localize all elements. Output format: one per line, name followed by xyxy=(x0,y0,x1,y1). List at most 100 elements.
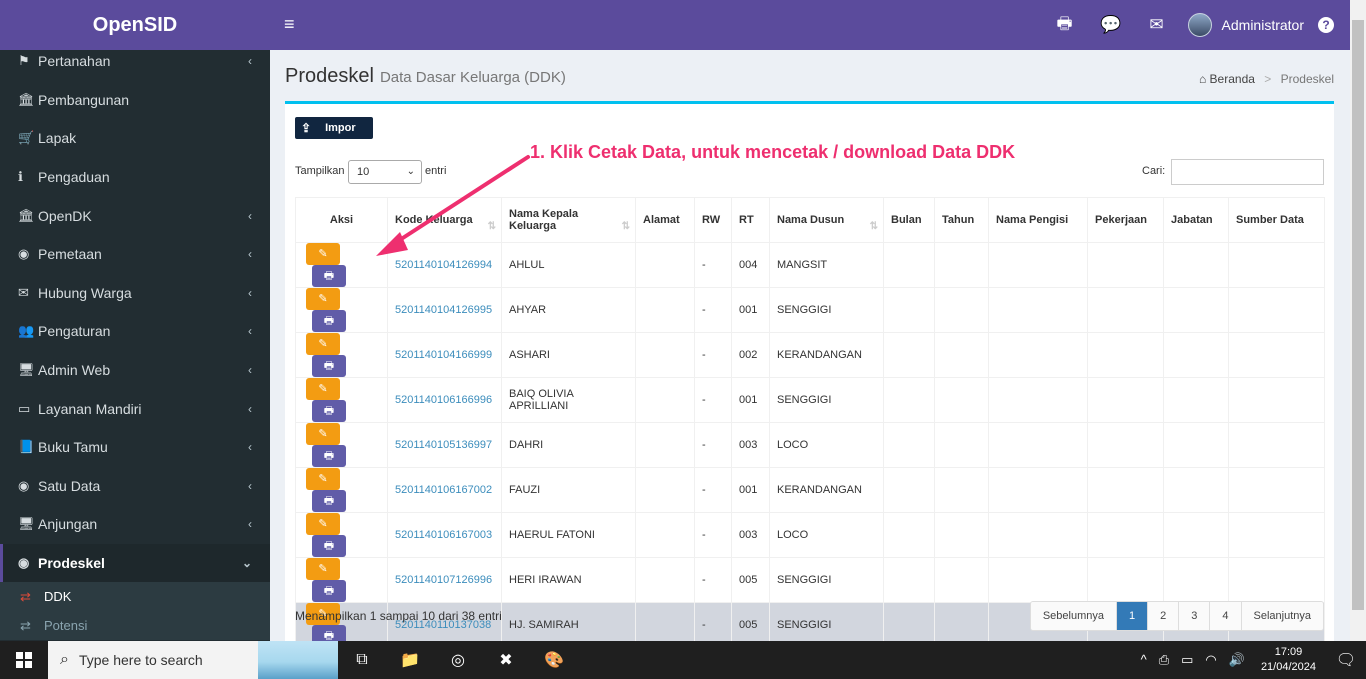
chat-icon[interactable]: 💬 xyxy=(1088,15,1134,35)
cell-sumber-data xyxy=(1228,422,1325,468)
cetak-data-button[interactable]: 🖶 xyxy=(312,355,346,377)
edit-button[interactable]: ✎ xyxy=(306,288,340,310)
chrome-icon[interactable]: ◎ xyxy=(434,641,482,679)
sidebar-subitem-potensi[interactable]: ⇄ Potensi xyxy=(0,611,270,640)
meet-now-icon[interactable]: ⎙ xyxy=(1153,652,1175,668)
cell-kode-keluarga-value[interactable]: 5201140106166996 xyxy=(395,394,492,406)
cell-kode-keluarga-value[interactable]: 5201140104126994 xyxy=(395,259,492,271)
cell-kode-keluarga-value[interactable]: 5201140107126996 xyxy=(395,574,492,586)
page-sebelumnya[interactable]: Sebelumnya xyxy=(1030,602,1116,630)
edit-button[interactable]: ✎ xyxy=(306,468,340,490)
start-button[interactable] xyxy=(0,641,48,679)
windows-logo-icon xyxy=(16,652,32,668)
clock[interactable]: 17:09 21/04/2024 xyxy=(1251,645,1326,675)
notification-icon[interactable]: 🗨 xyxy=(1326,650,1366,670)
cell-rw: - xyxy=(694,332,732,378)
user-menu[interactable]: Administrator xyxy=(1180,13,1318,37)
cell-kode-keluarga-value[interactable]: 5201140104126995 xyxy=(395,304,492,316)
cetak-data-button[interactable]: 🖶 xyxy=(312,580,346,602)
edit-button[interactable]: ✎ xyxy=(306,558,340,580)
edit-button[interactable]: ✎ xyxy=(306,423,340,445)
column-header-sumber-data[interactable]: Sumber Data xyxy=(1228,197,1325,243)
length-label: Tampilkan xyxy=(295,165,345,177)
cell-nama-kepala-value: DAHRI xyxy=(509,439,544,451)
sidebar-item-opendk[interactable]: 🏛 OpenDK ‹ xyxy=(0,196,270,235)
page-4[interactable]: 4 xyxy=(1209,602,1241,630)
sidebar-subitem-ddk[interactable]: ⇄ DDK xyxy=(0,582,270,611)
edit-button[interactable]: ✎ xyxy=(306,378,340,400)
task-view-icon[interactable]: ⧉ xyxy=(338,641,386,679)
xampp-icon[interactable]: ✖ xyxy=(482,641,530,679)
scrollbar-thumb[interactable] xyxy=(1352,20,1364,610)
edit-button[interactable]: ✎ xyxy=(306,333,340,355)
sort-icon: ⇅ xyxy=(487,221,496,232)
sidebar-item-lapak[interactable]: 🛒 Lapak xyxy=(0,119,270,158)
mail-icon[interactable]: ✉ xyxy=(1134,15,1180,35)
page-3[interactable]: 3 xyxy=(1178,602,1210,630)
edit-button[interactable]: ✎ xyxy=(306,513,340,535)
sidebar-item-buku-tamu[interactable]: 📘 Buku Tamu ‹ xyxy=(0,428,270,467)
page-2[interactable]: 2 xyxy=(1147,602,1179,630)
column-header-kode-keluarga[interactable]: Kode Keluarga ⇅ xyxy=(387,197,502,243)
sidebar-item-pertanahan[interactable]: ⚑ Pertanahan ‹ xyxy=(0,42,270,81)
sidebar-item-pengaturan[interactable]: 👥 Pengaturan ‹ xyxy=(0,312,270,351)
column-header-rt[interactable]: RT xyxy=(731,197,770,243)
page-1[interactable]: 1 xyxy=(1116,602,1148,630)
paint-icon[interactable]: 🎨 xyxy=(530,641,578,679)
column-header-label: RT xyxy=(739,214,754,226)
column-header-nama-pengisi[interactable]: Nama Pengisi xyxy=(988,197,1088,243)
impor-button[interactable]: ⇪ Impor xyxy=(295,117,373,139)
column-header-nama-dusun[interactable]: Nama Dusun ⇅ xyxy=(769,197,884,243)
edit-button[interactable]: ✎ xyxy=(306,243,340,265)
help-icon[interactable]: ? xyxy=(1318,17,1334,33)
column-header-rw[interactable]: RW xyxy=(694,197,732,243)
sidebar-item-hubung-warga[interactable]: ✉ Hubung Warga ‹ xyxy=(0,274,270,313)
column-header-bulan[interactable]: Bulan xyxy=(883,197,935,243)
content-wrapper: Prodeskel Data Dasar Keluarga (DDK) ⌂ Ber… xyxy=(270,50,1350,679)
page-selanjutnya[interactable]: Selanjutnya xyxy=(1240,602,1323,630)
show-hidden-icons-icon[interactable]: ^ xyxy=(1135,652,1153,668)
length-select[interactable]: 10 ⌄ xyxy=(348,160,422,184)
battery-icon[interactable]: ▭ xyxy=(1175,652,1199,668)
column-header-jabatan[interactable]: Jabatan xyxy=(1163,197,1229,243)
sidebar-item-satu-data[interactable]: ◉ Satu Data ‹ xyxy=(0,467,270,506)
file-explorer-icon[interactable]: 📁 xyxy=(386,641,434,679)
sidebar-item-prodeskel[interactable]: ◉ Prodeskel ⌄ xyxy=(0,543,270,583)
column-header-tahun[interactable]: Tahun xyxy=(934,197,989,243)
cell-kode-keluarga-value[interactable]: 5201140105136997 xyxy=(395,439,492,451)
cetak-data-button[interactable]: 🖶 xyxy=(312,310,346,332)
sidebar-item-label: Lapak xyxy=(38,130,77,147)
cell-kode-keluarga-value[interactable]: 5201140104166999 xyxy=(395,349,492,361)
taskbar-search[interactable]: ⌕ Type here to search xyxy=(48,641,338,679)
cetak-data-button[interactable]: 🖶 xyxy=(312,445,346,467)
cell-rt: 004 xyxy=(731,242,770,288)
column-header-alamat[interactable]: Alamat xyxy=(635,197,695,243)
volume-icon[interactable]: 🔊 xyxy=(1223,652,1251,668)
hamburger-menu-icon[interactable]: ≡ xyxy=(284,14,295,35)
cetak-data-button[interactable]: 🖶 xyxy=(312,535,346,557)
page-scrollbar[interactable] xyxy=(1350,0,1366,641)
sidebar-item-pengaduan[interactable]: ℹ Pengaduan xyxy=(0,158,270,197)
cell-kode-keluarga-value[interactable]: 5201140106167002 xyxy=(395,484,492,496)
cell-tahun xyxy=(934,242,989,288)
taskbar-search-placeholder: Type here to search xyxy=(78,652,203,668)
sidebar-item-pemetaan[interactable]: ◉ Pemetaan ‹ xyxy=(0,235,270,274)
search-input[interactable] xyxy=(1171,159,1324,185)
sidebar-item-anjungan[interactable]: 🖥 Anjungan ‹ xyxy=(0,505,270,544)
sidebar-item-layanan-mandiri[interactable]: ▭ Layanan Mandiri ‹ xyxy=(0,389,270,428)
chevron-down-icon: ⌄ xyxy=(406,166,415,177)
wifi-icon[interactable]: ◠ xyxy=(1199,652,1222,668)
column-header-nama-kepala-keluarga[interactable]: Nama Kepala Keluarga ⇅ xyxy=(501,197,636,243)
cetak-data-button[interactable]: 🖶 xyxy=(312,400,346,422)
column-header-aksi[interactable]: Aksi xyxy=(295,197,388,243)
column-header-label: RW xyxy=(702,214,721,226)
column-header-pekerjaan[interactable]: Pekerjaan xyxy=(1087,197,1164,243)
print-icon[interactable]: 🖶 xyxy=(1042,11,1088,40)
cell-kode-keluarga-value[interactable]: 5201140106167003 xyxy=(395,529,492,541)
breadcrumb-home-link[interactable]: Beranda xyxy=(1210,72,1255,86)
sidebar-item-admin-web[interactable]: 🖥 Admin Web ‹ xyxy=(0,351,270,390)
cell-nama-kepala-value: AHYAR xyxy=(509,304,547,316)
cetak-data-button[interactable]: 🖶 xyxy=(312,265,346,287)
sidebar-item-pembangunan[interactable]: 🏛 Pembangunan xyxy=(0,81,270,120)
cetak-data-button[interactable]: 🖶 xyxy=(312,490,346,512)
